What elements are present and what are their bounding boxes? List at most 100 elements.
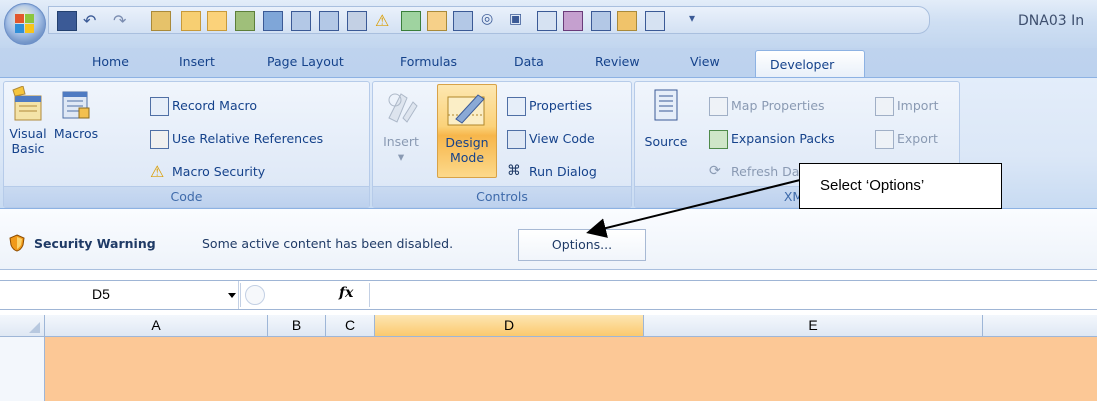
security-message-bar: Security Warning Some active content has… <box>0 209 1097 270</box>
design-mode-label: Design Mode <box>445 135 489 165</box>
macro-security-label: Macro Security <box>172 164 266 179</box>
tab-page-layout[interactable]: Page Layout <box>267 54 344 69</box>
view-code-label: View Code <box>529 131 595 146</box>
insert-dropdown-icon: ▾ <box>397 149 405 164</box>
select-all-icon <box>29 322 40 333</box>
toolbar-icon-15[interactable]: ▣ <box>509 11 527 29</box>
map-properties-label: Map Properties <box>731 98 825 113</box>
security-warning-title: Security Warning <box>34 236 156 251</box>
options-button[interactable]: Options... <box>518 229 646 261</box>
design-tool-icon[interactable] <box>207 11 227 31</box>
macros-icon <box>62 91 90 119</box>
use-relative-references-label: Use Relative References <box>172 131 324 146</box>
toolbar-icon-13[interactable] <box>453 11 473 31</box>
toolbar-icon-6[interactable] <box>263 11 283 31</box>
toolbar-icon-17[interactable] <box>563 11 583 31</box>
column-header-b[interactable]: B <box>268 315 326 336</box>
formula-input[interactable] <box>372 281 1097 309</box>
run-dialog-label: Run Dialog <box>529 164 597 179</box>
toolbar-icon-18[interactable] <box>591 11 611 31</box>
view-code-icon <box>507 130 526 149</box>
redo-icon[interactable]: ↷ <box>113 11 131 30</box>
expansion-packs-icon <box>709 130 728 149</box>
properties-label: Properties <box>529 98 593 113</box>
office-logo-icon <box>15 14 35 34</box>
toolbar-icon-12[interactable] <box>427 11 447 31</box>
refresh-data-icon: ⟳ <box>709 163 721 179</box>
column-header-e[interactable]: E <box>644 315 983 336</box>
group-code-label: Code <box>4 186 369 207</box>
visual-basic-button[interactable]: Visual Basic <box>6 86 50 156</box>
selected-row-cells[interactable] <box>45 337 1097 401</box>
tab-insert[interactable]: Insert <box>179 54 215 69</box>
warning-icon: ⚠ <box>150 162 165 181</box>
group-code: Visual Basic Macros Record Macro Use Rel… <box>3 81 370 208</box>
tab-view[interactable]: View <box>690 54 720 69</box>
ribbon-tabs: Home Insert Page Layout Formulas Data Re… <box>0 48 1097 79</box>
formula-buttons: fx <box>240 283 370 307</box>
name-box-value: D5 <box>92 286 110 302</box>
toolbar-icon-20[interactable] <box>645 11 665 31</box>
column-header-c[interactable]: C <box>326 315 375 336</box>
source-button[interactable]: Source <box>641 86 691 149</box>
relative-references-icon <box>150 130 169 149</box>
toolbar-icon-19[interactable] <box>617 11 637 31</box>
run-dialog-icon: ⌘ <box>507 163 521 179</box>
callout-text: Select ‘Options’ <box>820 177 925 194</box>
quick-access-toolbar: ↶ ↷ ⚠ ◎ ▣ ▾ <box>48 6 930 34</box>
map-properties-icon <box>709 97 728 116</box>
toolbar-icon-14[interactable]: ◎ <box>481 11 499 29</box>
warning-icon[interactable]: ⚠ <box>375 11 393 30</box>
security-warning-text: Some active content has been disabled. <box>202 236 454 251</box>
toolbar-icon-16[interactable] <box>537 11 557 31</box>
import-label: Import <box>897 98 939 113</box>
select-all-corner[interactable] <box>0 315 45 336</box>
formula-bar: D5 fx <box>0 280 1097 310</box>
title-bar: ↶ ↷ ⚠ ◎ ▣ ▾ DNA03 In <box>0 0 1097 48</box>
design-mode-icon <box>447 94 485 126</box>
print-preview-icon[interactable] <box>151 11 171 31</box>
column-header-d[interactable]: D <box>375 315 644 336</box>
group-controls-label: Controls <box>373 186 631 207</box>
visual-basic-icon <box>12 86 42 121</box>
source-label: Source <box>644 134 688 149</box>
record-macro-label: Record Macro <box>172 98 257 113</box>
tab-data[interactable]: Data <box>514 54 544 69</box>
export-label: Export <box>897 131 938 146</box>
undo-icon[interactable]: ↶ <box>83 11 101 30</box>
macro-tool-icon[interactable] <box>181 11 201 31</box>
visual-basic-label: Visual Basic <box>9 126 47 156</box>
import-icon <box>875 97 894 116</box>
toolbar-icon-9[interactable] <box>347 11 367 31</box>
save-icon[interactable] <box>57 11 77 31</box>
shield-icon <box>9 234 25 252</box>
callout-box: Select ‘Options’ <box>799 163 1002 209</box>
record-macro-icon <box>150 97 169 116</box>
insert-control-icon <box>388 93 418 123</box>
office-button[interactable] <box>4 3 46 45</box>
column-headers: A B C D E <box>0 315 1097 337</box>
tab-formulas[interactable]: Formulas <box>400 54 457 69</box>
tab-review[interactable]: Review <box>595 54 640 69</box>
name-box[interactable]: D5 <box>0 281 239 309</box>
cancel-entry-icon[interactable] <box>245 285 265 305</box>
toolbar-icon-11[interactable] <box>401 11 421 31</box>
design-mode-button[interactable]: Design Mode <box>437 84 497 178</box>
tab-home[interactable]: Home <box>92 54 129 69</box>
group-controls: Insert ▾ Properties View Code ⌘ Run Dial… <box>372 81 632 208</box>
column-header-f[interactable] <box>983 315 1097 336</box>
insert-control-label: Insert <box>383 134 419 149</box>
toolbar-icon-7[interactable] <box>291 11 311 31</box>
tab-developer[interactable]: Developer <box>755 50 865 79</box>
toolbar-icon-8[interactable] <box>319 11 339 31</box>
chevron-down-icon[interactable] <box>228 293 236 298</box>
macros-button[interactable]: Macros <box>52 86 100 141</box>
insert-function-icon[interactable]: fx <box>339 285 353 301</box>
expansion-packs-label: Expansion Packs <box>731 131 835 146</box>
customize-qat-icon[interactable]: ▾ <box>689 11 707 29</box>
toolbar-icon-5[interactable] <box>235 11 255 31</box>
insert-control-button[interactable]: Insert ▾ <box>379 88 423 164</box>
tab-developer-label: Developer <box>770 57 835 72</box>
column-header-a[interactable]: A <box>45 315 268 336</box>
row-headers[interactable] <box>0 337 45 401</box>
